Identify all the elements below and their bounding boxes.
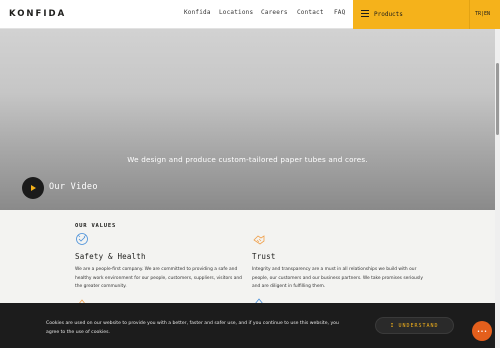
konfida-logo[interactable]: KONFIDA xyxy=(9,9,66,19)
value-title-trust: Trust xyxy=(252,252,276,261)
nav-careers[interactable]: Careers xyxy=(261,9,288,16)
hero-banner: We design and produce custom-tailored pa… xyxy=(0,29,495,210)
cookie-accept-label: I UNDERSTAND xyxy=(390,323,439,329)
nav-locations[interactable]: Locations xyxy=(219,9,253,16)
value-title-safety: Safety & Health xyxy=(75,252,146,261)
cookie-banner: Cookies are used on our website to provi… xyxy=(0,303,495,348)
safety-icon xyxy=(76,233,88,245)
page-scrollbar[interactable] xyxy=(495,29,500,348)
language-switcher[interactable]: TR|EN xyxy=(469,0,500,29)
chat-button[interactable]: ••• xyxy=(472,321,492,341)
products-label: Products xyxy=(374,11,403,18)
products-menu-button[interactable]: Products xyxy=(353,0,469,29)
value-text-safety: We are a people-first company. We are co… xyxy=(75,267,242,290)
trust-icon xyxy=(253,235,265,245)
chat-icon: ••• xyxy=(477,329,488,335)
nav-contact[interactable]: Contact xyxy=(297,9,324,16)
cookie-text: Cookies are used on our website to provi… xyxy=(46,321,339,335)
nav-konfida[interactable]: Konfida xyxy=(184,9,211,16)
hero-tagline: We design and produce custom-tailored pa… xyxy=(127,155,368,164)
language-label: TR|EN xyxy=(475,11,491,17)
value-text-trust: Integrity and transparency are a must in… xyxy=(252,267,423,290)
values-title: OUR VALUES xyxy=(75,223,117,229)
site-header: KONFIDA Konfida Locations Careers Contac… xyxy=(0,0,500,29)
scrollbar-thumb[interactable] xyxy=(496,63,499,135)
play-icon xyxy=(31,184,36,191)
video-label[interactable]: Our Video xyxy=(49,182,98,192)
menu-icon xyxy=(361,10,369,17)
nav-faq[interactable]: FAQ xyxy=(334,9,345,16)
cookie-accept-button[interactable]: I UNDERSTAND xyxy=(375,317,454,334)
play-video-button[interactable] xyxy=(22,177,44,199)
